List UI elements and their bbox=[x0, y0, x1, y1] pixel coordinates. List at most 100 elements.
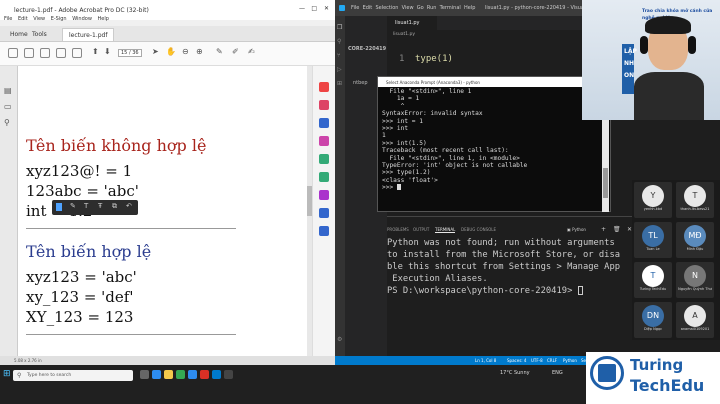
strikeout-icon[interactable]: Ŧ bbox=[98, 202, 102, 210]
source-control-icon[interactable]: ⑂ bbox=[337, 52, 341, 59]
menu-file[interactable]: File bbox=[4, 16, 12, 22]
chrome-icon[interactable] bbox=[176, 370, 185, 379]
menu-window[interactable]: Window bbox=[72, 16, 92, 22]
minimize-icon[interactable]: — bbox=[299, 5, 305, 12]
zoom-icon[interactable] bbox=[188, 370, 197, 379]
explorer-file-item[interactable]: ntbep bbox=[353, 80, 368, 86]
menu-edit[interactable]: Edit bbox=[18, 16, 28, 22]
participant-tile[interactable]: A anamai0109201 bbox=[676, 302, 714, 338]
search-icon[interactable]: ⚲ bbox=[337, 38, 341, 45]
participant-tile[interactable]: MĐ Minh Đậu bbox=[676, 222, 714, 258]
page-indicator[interactable]: 15 / 36 bbox=[118, 49, 142, 57]
comment-icon[interactable]: ✎ bbox=[216, 47, 223, 56]
scrollbar-thumb[interactable] bbox=[603, 168, 608, 198]
participant-tile[interactable]: N Nguyễn Quỳnh Thư bbox=[676, 262, 714, 298]
settings-gear-icon[interactable]: ⚙ bbox=[337, 336, 342, 343]
zoom-out-icon[interactable]: ⊖ bbox=[182, 47, 189, 56]
windows-start-icon[interactable]: ⊞ bbox=[3, 369, 11, 379]
tab-document[interactable]: lecture-1.pdf bbox=[62, 28, 115, 41]
status-encoding[interactable]: UTF-8 bbox=[531, 358, 543, 363]
cursor-icon[interactable]: ➤ bbox=[152, 47, 159, 56]
zoom-in-icon[interactable]: ⊕ bbox=[196, 47, 203, 56]
vscode-icon[interactable] bbox=[212, 370, 221, 379]
sign-icon[interactable]: ✍ bbox=[248, 47, 255, 56]
tab-terminal[interactable]: TERMINAL bbox=[435, 227, 456, 233]
task-view-icon[interactable] bbox=[140, 370, 149, 379]
participant-tile[interactable]: Y yenhh.kbd bbox=[634, 182, 672, 218]
extensions-icon[interactable]: ⊞ bbox=[337, 80, 342, 87]
vs-menu-view[interactable]: View bbox=[402, 5, 414, 11]
terminal-selector[interactable]: ▣ Python bbox=[567, 227, 586, 232]
copy-icon[interactable]: ⧉ bbox=[112, 202, 117, 211]
vs-menu-edit[interactable]: Edit bbox=[363, 5, 373, 11]
protect-icon[interactable] bbox=[319, 208, 329, 218]
pages-icon[interactable]: ▤ bbox=[4, 86, 12, 95]
participant-tile[interactable]: T Turing TechEdu bbox=[634, 262, 672, 298]
hand-icon[interactable]: ✋ bbox=[166, 47, 176, 56]
tab-output[interactable]: OUTPUT bbox=[413, 227, 429, 232]
explorer-icon[interactable]: ❐ bbox=[337, 24, 342, 31]
participant-tile[interactable]: DN Diệp Ngọc bbox=[634, 302, 672, 338]
vs-menu-selection[interactable]: Selection bbox=[375, 5, 398, 11]
vs-menu-file[interactable]: File bbox=[351, 5, 359, 11]
close-icon[interactable]: ✕ bbox=[324, 5, 329, 12]
selection-handle[interactable] bbox=[56, 203, 62, 211]
run-debug-icon[interactable]: ▷ bbox=[337, 66, 342, 73]
menu-esign[interactable]: E-Sign bbox=[51, 16, 67, 22]
explorer-folder-label[interactable]: CORE-220419 bbox=[348, 46, 386, 52]
fill-sign-icon[interactable] bbox=[319, 190, 329, 200]
vs-menu-run[interactable]: Run bbox=[427, 5, 437, 11]
highlight-text-icon[interactable]: ✎ bbox=[70, 202, 76, 210]
vs-menu-help[interactable]: Help bbox=[464, 5, 475, 11]
more-tools-icon[interactable] bbox=[319, 226, 329, 236]
next-page-icon[interactable]: ⬇ bbox=[104, 47, 111, 56]
compress-icon[interactable] bbox=[319, 172, 329, 182]
menu-view[interactable]: View bbox=[33, 16, 45, 22]
bookmarks-icon[interactable]: ▭ bbox=[4, 102, 12, 111]
tab-problems[interactable]: PROBLEMS bbox=[387, 227, 409, 232]
status-spaces[interactable]: Spaces: 4 bbox=[507, 358, 526, 363]
file-explorer-icon[interactable] bbox=[164, 370, 173, 379]
undo-icon[interactable]: ↶ bbox=[126, 202, 132, 210]
weather-label[interactable]: 17°C Sunny bbox=[500, 370, 530, 376]
terminal-icon[interactable] bbox=[224, 370, 233, 379]
editor-tab[interactable]: lisuat1.py bbox=[387, 16, 437, 30]
save-icon[interactable] bbox=[8, 48, 18, 58]
tab-debug-console[interactable]: DEBUG CONSOLE bbox=[461, 227, 496, 232]
status-language[interactable]: Python bbox=[563, 358, 577, 363]
bookmark-icon[interactable] bbox=[24, 48, 34, 58]
vs-menu-terminal[interactable]: Terminal bbox=[440, 5, 461, 11]
mail-icon[interactable] bbox=[56, 48, 66, 58]
export-pdf-icon[interactable] bbox=[319, 118, 329, 128]
status-eol[interactable]: CRLF bbox=[547, 358, 557, 363]
edit-pdf-icon[interactable] bbox=[319, 100, 329, 110]
edge-icon[interactable] bbox=[152, 370, 161, 379]
menu-help[interactable]: Help bbox=[98, 16, 109, 22]
participant-tile[interactable]: T thanh.ltv.bess21 bbox=[676, 182, 714, 218]
organize-icon[interactable] bbox=[319, 154, 329, 164]
prev-page-icon[interactable]: ⬆ bbox=[92, 47, 99, 56]
attachment-icon[interactable]: ⚲ bbox=[4, 118, 10, 127]
highlight-icon[interactable]: ✐ bbox=[232, 47, 239, 56]
terminal-output[interactable]: Python was not found; run without argume… bbox=[387, 237, 647, 297]
language-label[interactable]: ENG bbox=[552, 370, 563, 376]
add-terminal-icon[interactable]: + bbox=[601, 226, 606, 233]
cmd-output[interactable]: File "<stdin>", line 1 1a = 1 ^ SyntaxErr… bbox=[382, 88, 602, 192]
create-pdf-icon[interactable] bbox=[319, 82, 329, 92]
taskbar-search[interactable]: ⚲ Type here to search bbox=[13, 370, 133, 381]
maximize-icon[interactable]: □ bbox=[311, 5, 317, 12]
acrobat-icon[interactable] bbox=[200, 370, 209, 379]
underline-text-icon[interactable]: T bbox=[84, 202, 88, 210]
breadcrumb[interactable]: lisuat1.py bbox=[393, 32, 415, 37]
print-icon[interactable] bbox=[40, 48, 50, 58]
search-icon[interactable] bbox=[72, 48, 82, 58]
trash-icon[interactable]: 🗑 bbox=[613, 226, 621, 233]
comment-tool-icon[interactable] bbox=[319, 136, 329, 146]
editor-code[interactable]: type(1) bbox=[415, 54, 453, 64]
anaconda-prompt-window[interactable]: Select Anaconda Prompt (Anaconda3) - pyt… bbox=[377, 76, 611, 212]
tab-tools[interactable]: Tools bbox=[26, 28, 53, 41]
vs-menu-go[interactable]: Go bbox=[417, 5, 424, 11]
participant-tile[interactable]: TL Tuan Le bbox=[634, 222, 672, 258]
status-position[interactable]: Ln 1, Col 8 bbox=[475, 358, 496, 363]
banner-label: LẬP bbox=[624, 48, 637, 55]
